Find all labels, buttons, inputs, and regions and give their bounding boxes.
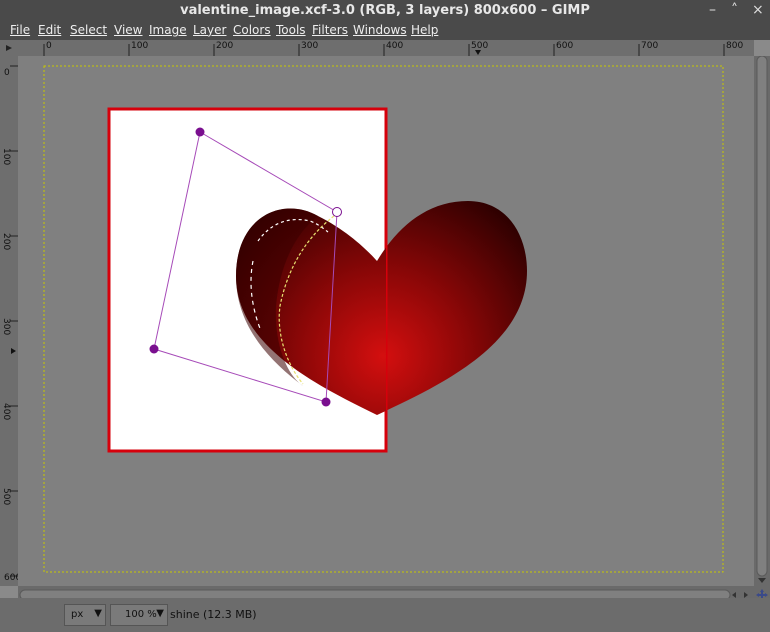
status-bar: px ▼ 100 % ▼ shine (12.3 MB) — [0, 598, 770, 632]
chevron-down-icon: ▼ — [94, 608, 102, 619]
window-title: valentine_image.xcf-3.0 (RGB, 3 layers) … — [180, 3, 590, 18]
ruler-top-label: 0 — [46, 41, 52, 51]
transform-handle[interactable] — [321, 397, 331, 407]
image-canvas[interactable] — [18, 56, 754, 586]
ruler-left-label: 0 — [4, 68, 10, 78]
ruler-top-label: 300 — [301, 41, 319, 51]
menu-help[interactable]: Help — [411, 23, 438, 37]
menu-windows[interactable]: Windows — [353, 23, 407, 37]
horizontal-ruler[interactable]: 0 100 200 300 400 500 600 700 800 — [18, 40, 754, 56]
menu-colors[interactable]: Colors — [233, 23, 271, 37]
ruler-left-label: 500 — [1, 488, 11, 506]
ruler-corner-button[interactable] — [0, 40, 18, 56]
ruler-top-label: 200 — [216, 41, 234, 51]
scroll-down-icon[interactable] — [758, 578, 766, 583]
close-icon[interactable]: × — [752, 2, 764, 18]
ruler-top-label: 600 — [556, 41, 574, 51]
unit-value: px — [71, 609, 84, 620]
ruler-left-label: 600 — [4, 573, 18, 583]
zoom-select[interactable]: 100 % ▼ — [110, 604, 168, 626]
layer-info: shine (12.3 MB) — [170, 608, 257, 621]
transform-handle[interactable] — [149, 344, 159, 354]
menu-view[interactable]: View — [114, 23, 142, 37]
menu-bar: File Edit Select View Image Layer Colors… — [0, 22, 770, 40]
ruler-top-label: 400 — [386, 41, 404, 51]
ruler-top-label: 700 — [641, 41, 659, 51]
vertical-scrollbar[interactable] — [754, 55, 770, 586]
ruler-top-label: 800 — [726, 41, 744, 51]
unit-select[interactable]: px ▼ — [64, 604, 106, 626]
title-bar: valentine_image.xcf-3.0 (RGB, 3 layers) … — [0, 0, 770, 22]
minimize-icon[interactable]: – — [709, 2, 716, 18]
menu-image[interactable]: Image — [149, 23, 187, 37]
horizontal-scrollbar[interactable] — [18, 586, 754, 601]
chevron-down-icon: ▼ — [156, 608, 164, 619]
menu-filters[interactable]: Filters — [312, 23, 348, 37]
menu-layer[interactable]: Layer — [193, 23, 226, 37]
maximize-icon[interactable]: ˄ — [731, 2, 738, 18]
transform-handle[interactable] — [195, 127, 205, 137]
ruler-left-label: 400 — [1, 403, 11, 421]
menu-edit[interactable]: Edit — [38, 23, 61, 37]
menu-file[interactable]: File — [10, 23, 30, 37]
menu-tools[interactable]: Tools — [276, 23, 306, 37]
vertical-scroll-thumb[interactable] — [756, 55, 768, 577]
menu-select[interactable]: Select — [70, 23, 107, 37]
zoom-value: 100 % — [125, 609, 157, 620]
transform-handle[interactable] — [332, 207, 342, 217]
vertical-ruler[interactable]: 0 100 200 300 400 500 600 — [0, 56, 18, 586]
navigate-icon[interactable] — [754, 586, 770, 601]
ruler-left-label: 100 — [1, 148, 11, 166]
canvas-area[interactable] — [18, 56, 754, 586]
ruler-top-label: 100 — [131, 41, 149, 51]
ruler-left-label: 300 — [1, 318, 11, 336]
ruler-top-label: 500 — [471, 41, 489, 51]
ruler-left-label: 200 — [1, 233, 11, 251]
